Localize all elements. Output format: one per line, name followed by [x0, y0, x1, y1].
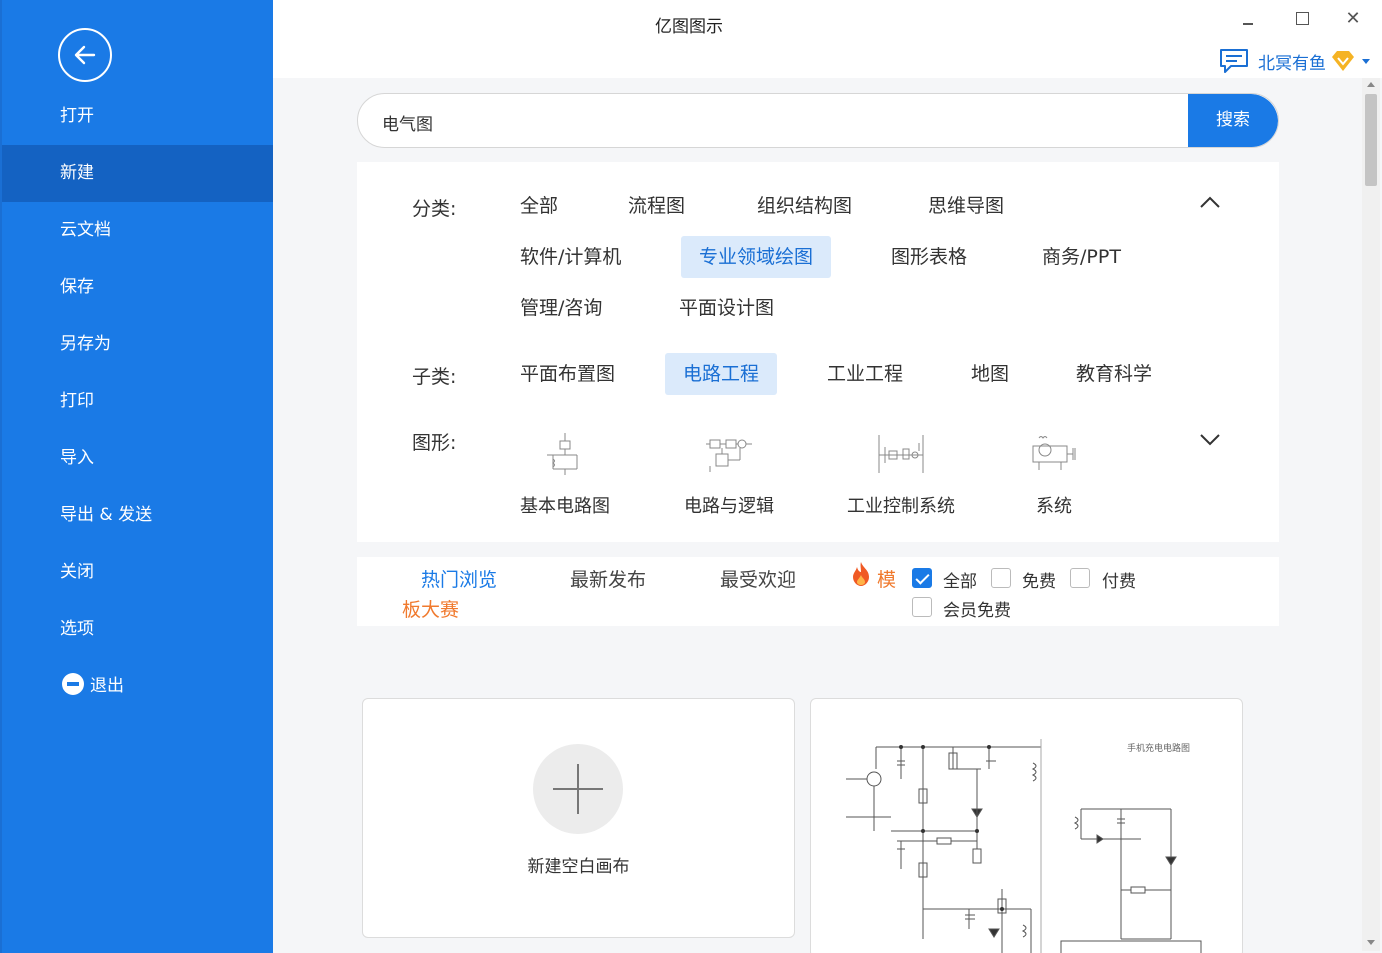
new-blank-canvas-label: 新建空白画布 — [527, 857, 630, 877]
sidebar-item-print[interactable]: 打印 — [2, 373, 273, 430]
sidebar-item-label: 另存为 — [60, 334, 111, 354]
checkbox-label: 全部 — [943, 572, 977, 592]
vip-diamond-icon — [1332, 51, 1354, 71]
sidebar-item-exit[interactable]: 退出 — [2, 658, 273, 715]
sidebar-item-label: 选项 — [60, 619, 94, 639]
sidebar-item-export-send[interactable]: 导出 & 发送 — [2, 487, 273, 544]
shape-label: 工业控制系统 — [847, 496, 955, 517]
category-chip-graphic-design[interactable]: 平面设计图 — [661, 287, 792, 329]
search-input[interactable] — [382, 108, 1162, 136]
template-contest-link-cont[interactable]: 板大赛 — [402, 595, 459, 622]
back-button[interactable] — [58, 28, 112, 82]
subcategory-chip-map[interactable]: 地图 — [953, 353, 1027, 395]
checkbox-member-free[interactable] — [912, 597, 932, 617]
logic-circuit-icon — [706, 439, 752, 472]
sidebar-item-label: 导出 & 发送 — [60, 505, 153, 525]
category-chip-business-ppt[interactable]: 商务/PPT — [1024, 236, 1139, 278]
search-button[interactable]: 搜索 — [1188, 94, 1278, 147]
category-chip-all[interactable]: 全部 — [502, 185, 576, 227]
minimize-button[interactable] — [1236, 8, 1260, 30]
chevron-up-icon[interactable] — [1200, 196, 1220, 208]
checkbox-label: 会员免费 — [943, 601, 1011, 621]
title-bar: 亿图图示 ✕ 北冥有鱼 — [273, 0, 1382, 78]
sidebar-item-label: 打印 — [60, 391, 94, 411]
sidebar-item-save-as[interactable]: 另存为 — [2, 316, 273, 373]
sidebar-item-label: 保存 — [60, 277, 94, 297]
sidebar-item-options[interactable]: 选项 — [2, 601, 273, 658]
fire-icon — [853, 562, 869, 586]
basic-circuit-icon — [547, 433, 578, 475]
vertical-scrollbar[interactable] — [1362, 78, 1380, 951]
sidebar-item-new[interactable]: 新建 — [2, 145, 273, 202]
chevron-down-icon[interactable] — [1200, 434, 1220, 446]
minus-circle-icon — [62, 673, 84, 695]
category-chip-org-chart[interactable]: 组织结构图 — [739, 185, 870, 227]
category-label: 分类: — [412, 198, 457, 220]
sort-bar: 热门浏览 最新发布 最受欢迎 模 板大赛 全部 免费 付费 会员免费 — [357, 557, 1279, 626]
tab-popular[interactable]: 最受欢迎 — [720, 565, 796, 592]
subcategory-chip-circuit[interactable]: 电路工程 — [665, 353, 778, 395]
user-name: 北冥有鱼 — [1258, 53, 1326, 74]
app-title: 亿图图示 — [655, 17, 723, 37]
scroll-down-arrow[interactable] — [1367, 940, 1375, 945]
sidebar: 打开 新建 云文档 保存 另存为 打印 导入 导出 & 发送 关闭 选项 退出 — [0, 0, 273, 953]
shape-system[interactable]: 系统 — [1031, 428, 1077, 518]
category-chip-management[interactable]: 管理/咨询 — [502, 287, 620, 329]
arrow-left-icon — [74, 45, 96, 65]
sidebar-item-cloud-docs[interactable]: 云文档 — [2, 202, 273, 259]
scroll-up-arrow[interactable] — [1367, 82, 1375, 87]
plus-icon — [533, 744, 623, 834]
shape-label: 电路与逻辑 — [684, 496, 774, 517]
new-blank-canvas-card[interactable]: 新建空白画布 — [362, 698, 795, 938]
subcategory-chip-education[interactable]: 教育科学 — [1058, 353, 1170, 395]
sidebar-item-close[interactable]: 关闭 — [2, 544, 273, 601]
category-chip-flowchart[interactable]: 流程图 — [610, 185, 703, 227]
tab-latest[interactable]: 最新发布 — [570, 565, 646, 592]
sidebar-item-label: 云文档 — [60, 220, 111, 240]
sidebar-item-import[interactable]: 导入 — [2, 430, 273, 487]
shape-label: 基本电路图 — [520, 496, 610, 517]
shape-basic-circuit[interactable]: 基本电路图 — [520, 428, 610, 518]
sidebar-item-open[interactable]: 打开 — [2, 88, 273, 145]
template-contest-link[interactable]: 模 — [877, 565, 896, 592]
sidebar-item-label: 打开 — [60, 106, 94, 126]
chat-icon — [1220, 49, 1248, 73]
category-chip-professional[interactable]: 专业领域绘图 — [681, 236, 832, 278]
control-system-icon — [878, 435, 924, 473]
sidebar-item-label: 关闭 — [60, 562, 94, 582]
chevron-down-icon — [1362, 58, 1370, 64]
system-diagram-icon — [1032, 436, 1076, 470]
category-chip-graphic-tables[interactable]: 图形表格 — [873, 236, 985, 278]
subcategory-chip-industrial[interactable]: 工业工程 — [809, 353, 921, 395]
close-icon: ✕ — [1345, 8, 1361, 29]
checkbox-free[interactable] — [991, 568, 1011, 588]
subcategory-chip-floor-plan[interactable]: 平面布置图 — [502, 353, 633, 395]
sidebar-item-label: 新建 — [60, 163, 94, 183]
template-card[interactable]: 手机充电电路图 — [810, 698, 1243, 953]
checkbox-label: 免费 — [1022, 572, 1056, 592]
close-button[interactable]: ✕ — [1341, 8, 1365, 30]
scroll-thumb[interactable] — [1365, 94, 1377, 186]
sidebar-item-label: 导入 — [60, 448, 94, 468]
circuit-preview-image — [846, 739, 1202, 953]
sidebar-menu: 打开 新建 云文档 保存 另存为 打印 导入 导出 & 发送 关闭 选项 退出 — [2, 88, 273, 715]
tab-hot[interactable]: 热门浏览 — [421, 565, 497, 592]
checkbox-label: 付费 — [1102, 572, 1136, 592]
category-chip-mind-map[interactable]: 思维导图 — [910, 185, 1022, 227]
subcategory-label: 子类: — [412, 366, 457, 388]
user-menu[interactable]: 北冥有鱼 — [1218, 46, 1370, 76]
sidebar-item-save[interactable]: 保存 — [2, 259, 273, 316]
shape-circuit-logic[interactable]: 电路与逻辑 — [684, 428, 774, 518]
checkbox-all[interactable] — [912, 568, 932, 588]
sidebar-item-label: 退出 — [90, 676, 124, 696]
shapes-label: 图形: — [412, 432, 457, 454]
maximize-button[interactable] — [1290, 8, 1314, 30]
search-bar: 搜索 — [357, 93, 1279, 148]
category-chip-software[interactable]: 软件/计算机 — [502, 236, 639, 278]
shape-industrial-control[interactable]: 工业控制系统 — [847, 428, 955, 518]
filter-panel: 分类: 全部 流程图 组织结构图 思维导图 软件/计算机 专业领域绘图 图形表格… — [357, 162, 1279, 542]
checkbox-paid[interactable] — [1070, 568, 1090, 588]
shape-label: 系统 — [1036, 496, 1072, 517]
